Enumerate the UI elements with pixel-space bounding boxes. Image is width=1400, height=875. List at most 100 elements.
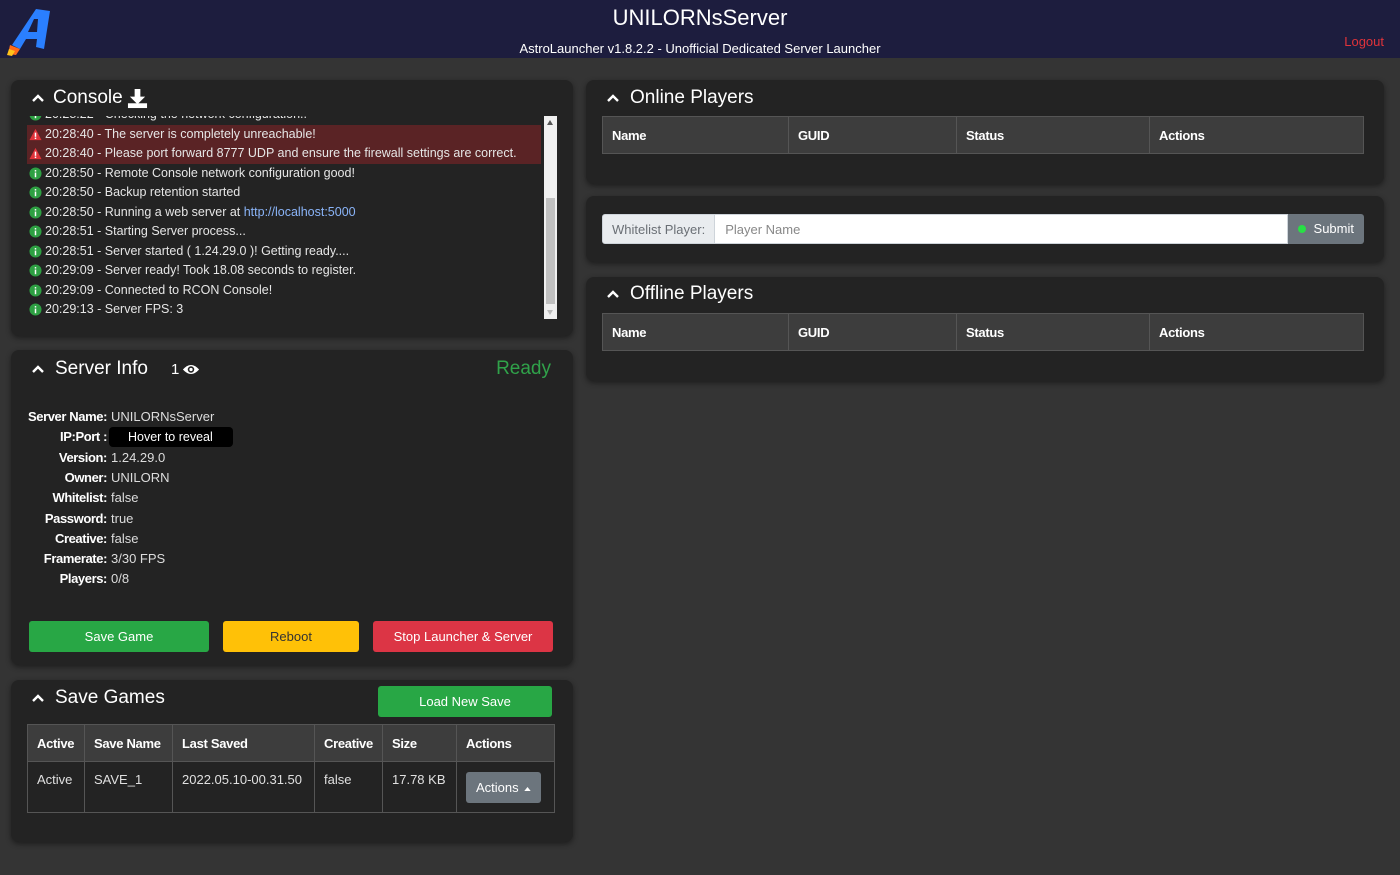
- save-actions-dropdown[interactable]: Actions: [466, 772, 542, 803]
- server-info-label: Password:: [44, 510, 108, 526]
- console-line-text: 20:28:50 - Running a web server at: [45, 204, 244, 219]
- console-header[interactable]: Console: [31, 87, 148, 109]
- console-line: 20:28:50 - Running a web server at http:…: [27, 203, 541, 223]
- server-info-row: Owner: UNILORN: [11, 470, 551, 490]
- table-header-row: Name GUID Status Actions: [602, 116, 1364, 154]
- server-info-row: Server Name: UNILORNsServer: [11, 409, 551, 429]
- info-icon: [29, 116, 42, 121]
- save-creative: false: [314, 761, 383, 813]
- console-line: 20:29:13 - Server FPS: 3: [27, 300, 541, 319]
- console-line: 20:29:09 - Connected to RCON Console!: [27, 281, 541, 301]
- server-info-row: Whitelist: false: [11, 490, 551, 510]
- chevron-up-icon[interactable]: [31, 93, 45, 103]
- save-size: 17.78 KB: [382, 761, 457, 813]
- console-link[interactable]: http://localhost:5000: [244, 203, 356, 223]
- whitelist-label: Whitelist Player:: [602, 214, 716, 244]
- console-line-text: 20:28:22 - Checking the network configur…: [45, 116, 307, 125]
- server-info-row: Creative: false: [11, 531, 551, 551]
- save-games-card: Save Games Load New Save Active Save Nam…: [11, 680, 573, 842]
- console-line: 20:28:51 - Server started ( 1.24.29.0 )!…: [27, 242, 541, 262]
- server-info-value: 3/30 FPS: [111, 551, 166, 567]
- console-line-text: 20:29:09 - Connected to RCON Console!: [45, 282, 273, 297]
- console-line-text: 20:29:09 - Server ready! Took 18.08 seco…: [45, 263, 357, 277]
- whitelist-submit-button[interactable]: Submit: [1287, 214, 1364, 244]
- app-header: UNILORNsServer AstroLauncher v1.8.2.2 - …: [0, 0, 1400, 58]
- console-scrollbar[interactable]: [544, 116, 557, 319]
- scroll-up-icon[interactable]: [547, 120, 553, 125]
- caret-up-icon: [524, 786, 531, 791]
- warning-icon: [29, 128, 42, 140]
- console-line: 20:28:50 - Remote Console network config…: [27, 164, 541, 184]
- save-name: SAVE_1: [84, 761, 173, 813]
- submit-label: Submit: [1313, 221, 1354, 236]
- server-info-label: Server Name:: [27, 409, 107, 424]
- server-info-row: Framerate: 3/30 FPS: [11, 551, 551, 571]
- eye-icon: [183, 365, 200, 374]
- player-name-input[interactable]: [715, 214, 1288, 244]
- chevron-up-icon[interactable]: [31, 364, 45, 374]
- server-info-label: Whitelist:: [52, 490, 108, 506]
- column-header: Status: [956, 116, 1150, 154]
- server-info-row: Password: true: [11, 511, 551, 531]
- scroll-thumb[interactable]: [546, 198, 555, 304]
- logout-link[interactable]: Logout: [1344, 34, 1384, 49]
- info-icon: [29, 167, 42, 180]
- scroll-down-icon[interactable]: [547, 310, 553, 315]
- chevron-up-icon[interactable]: [606, 289, 620, 299]
- download-icon[interactable]: [127, 88, 148, 109]
- warning-icon: [29, 148, 42, 160]
- offline-players-card: Offline Players Name GUID Status Actions: [586, 277, 1384, 381]
- server-info-card: Server Info 1 Ready Server Name: UNILORNs…: [11, 350, 573, 665]
- column-header: Name: [602, 116, 789, 154]
- console-line-text: 20:29:13 - Server FPS: 3: [45, 302, 184, 316]
- server-info-label: Framerate:: [43, 551, 108, 567]
- console-line: 20:28:40 - Please port forward 8777 UDP …: [27, 144, 541, 164]
- console-line: 20:28:22 - Checking the network configur…: [27, 116, 541, 125]
- save-games-table: Active Save Name Last Saved Creative Siz…: [27, 724, 555, 813]
- online-players-header[interactable]: Online Players: [606, 87, 754, 109]
- server-status: Ready: [496, 358, 551, 379]
- save-games-header[interactable]: Save Games: [31, 687, 165, 709]
- server-info-row: IP:Port : Hover to reveal: [11, 427, 551, 449]
- info-icon: [29, 206, 42, 219]
- console-card: Console 20:28:22 - Checking the network …: [11, 80, 573, 336]
- console-line-text: 20:28:51 - Starting Server process...: [45, 224, 246, 238]
- load-new-save-button[interactable]: Load New Save: [378, 686, 552, 717]
- viewer-count-value: 1: [171, 361, 180, 378]
- column-header: Save Name: [84, 724, 173, 762]
- column-header: GUID: [788, 116, 957, 154]
- stop-launcher-button[interactable]: Stop Launcher & Server: [373, 621, 553, 652]
- info-icon: [29, 225, 42, 238]
- server-info-title: Server Info: [55, 358, 148, 379]
- console-title: Console: [53, 87, 123, 108]
- info-icon: [29, 186, 42, 199]
- offline-players-table: Name GUID Status Actions: [602, 313, 1364, 351]
- info-icon: [29, 284, 42, 297]
- console-line: 20:28:50 - Backup retention started: [27, 183, 541, 203]
- server-info-value: false: [111, 530, 139, 546]
- save-last-saved: 2022.05.10-00.31.50: [172, 761, 315, 813]
- reboot-button[interactable]: Reboot: [223, 621, 359, 652]
- server-info-label: Players:: [59, 571, 108, 587]
- status-dot-icon: [1297, 225, 1306, 233]
- save-games-title: Save Games: [55, 687, 165, 708]
- ip-port-reveal[interactable]: Hover to reveal: [109, 427, 233, 448]
- server-info-value: UNILORN: [111, 469, 170, 485]
- table-row: Active SAVE_1 2022.05.10-00.31.50 false …: [27, 761, 555, 813]
- whitelist-card: Whitelist Player: Submit: [586, 196, 1384, 262]
- server-info-row: Players: 0/8: [11, 571, 551, 591]
- column-header: Last Saved: [172, 724, 315, 762]
- chevron-up-icon[interactable]: [606, 93, 620, 103]
- chevron-up-icon[interactable]: [31, 693, 45, 703]
- console-log[interactable]: 20:28:22 - Checking the network configur…: [27, 116, 557, 319]
- server-info-value: false: [111, 490, 139, 506]
- column-header: Name: [602, 313, 789, 351]
- online-players-title: Online Players: [630, 87, 754, 108]
- save-game-button[interactable]: Save Game: [29, 621, 209, 652]
- console-line-text: 20:28:40 - The server is completely unre…: [45, 126, 316, 141]
- whitelist-form: Whitelist Player: Submit: [602, 214, 1364, 244]
- offline-players-header[interactable]: Offline Players: [606, 283, 753, 305]
- server-info-header[interactable]: Server Info: [31, 358, 148, 380]
- server-info-label: Owner:: [64, 469, 108, 485]
- app-subtitle: AstroLauncher v1.8.2.2 - Unofficial Dedi…: [519, 41, 881, 56]
